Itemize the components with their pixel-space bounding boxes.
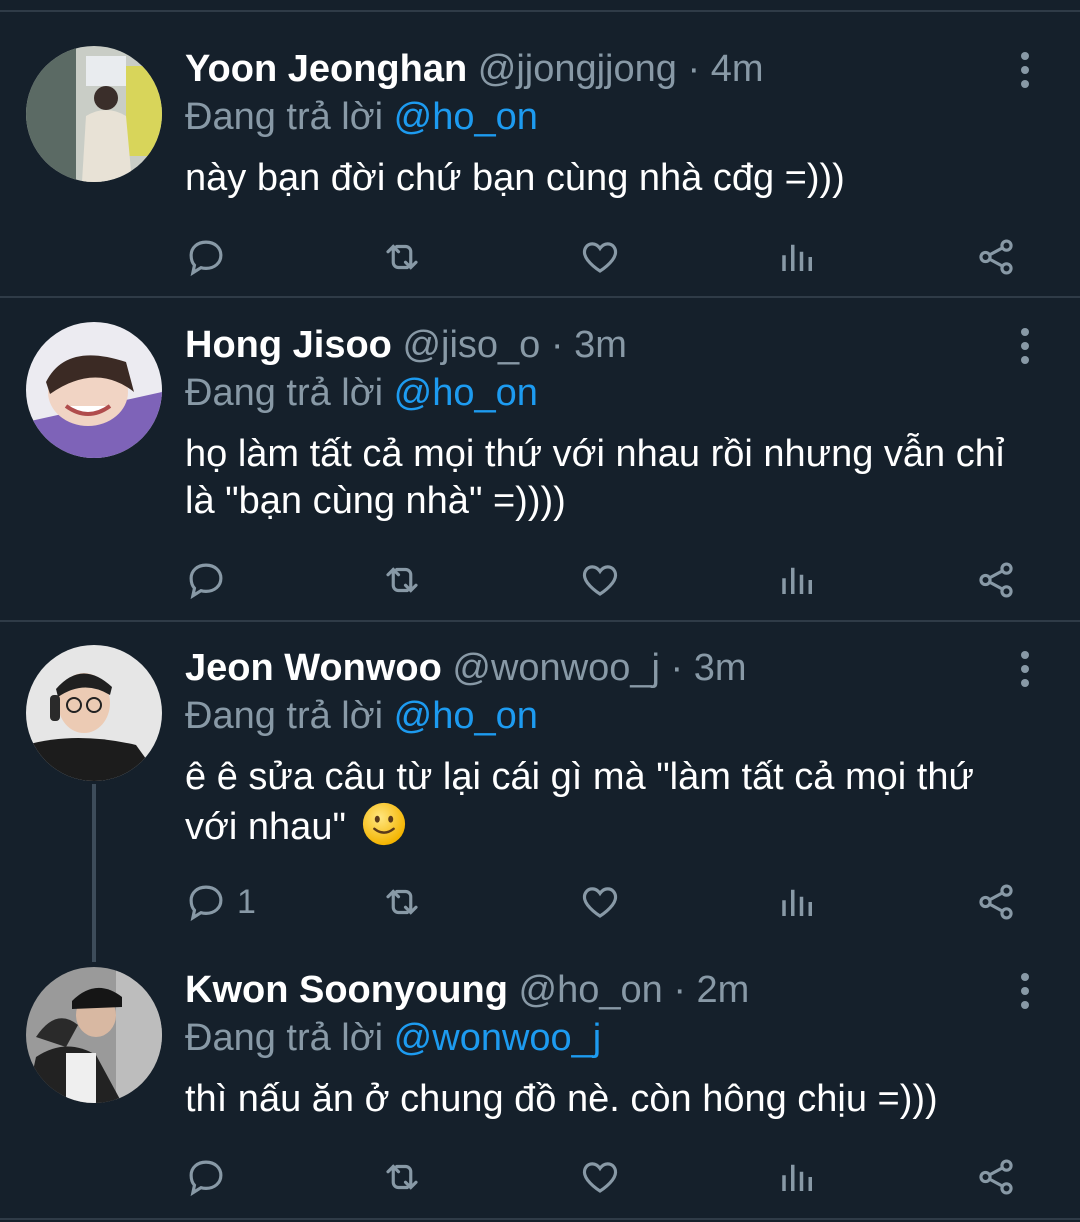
reply-icon: [189, 885, 223, 922]
like-button[interactable]: [579, 233, 621, 281]
analytics-button[interactable]: [777, 1153, 819, 1201]
timestamp[interactable]: 3m: [694, 647, 747, 689]
thread-line: [92, 784, 96, 962]
like-icon: [582, 1162, 618, 1193]
analytics-button[interactable]: [777, 556, 819, 604]
separator: ·: [670, 647, 684, 689]
reply-mention[interactable]: @ho_on: [394, 96, 538, 138]
analytics-icon: [782, 244, 812, 271]
more-icon[interactable]: [1012, 52, 1038, 92]
top-divider: [0, 0, 1080, 12]
reply-button[interactable]: [185, 233, 227, 281]
share-icon: [979, 884, 1013, 920]
timestamp[interactable]: 2m: [697, 969, 750, 1011]
reply-button[interactable]: 1: [185, 878, 256, 926]
share-icon: [979, 562, 1013, 598]
share-button[interactable]: [975, 1153, 1017, 1201]
analytics-icon: [782, 567, 812, 594]
display-name[interactable]: Yoon Jeonghan: [185, 48, 467, 90]
avatar[interactable]: [26, 46, 162, 182]
like-icon: [582, 887, 618, 918]
like-icon: [582, 242, 618, 273]
handle[interactable]: @wonwoo_j: [452, 647, 660, 689]
handle[interactable]: @jiso_o: [402, 324, 540, 366]
divider: [0, 1218, 1080, 1220]
separator: ·: [673, 969, 686, 1011]
reply-count: 1: [237, 882, 256, 921]
handle[interactable]: @jjongjjong: [478, 48, 677, 90]
separator: ·: [550, 324, 564, 366]
divider: [0, 296, 1080, 298]
avatar[interactable]: [26, 645, 162, 781]
retweet-button[interactable]: [381, 556, 423, 604]
reply-mention[interactable]: @ho_on: [394, 372, 538, 414]
replying-to-label: Đang trả lời: [185, 1017, 384, 1059]
retweet-button[interactable]: [381, 878, 423, 926]
slightly-smiling-face-icon: [362, 802, 405, 846]
retweet-button[interactable]: [381, 1153, 423, 1201]
timestamp[interactable]: 3m: [574, 324, 627, 366]
tweet-text-container: ê ê sửa câu từ lại cái gì mà "làm tất cả…: [185, 754, 1025, 851]
like-button[interactable]: [579, 1153, 621, 1201]
retweet-icon: [386, 567, 418, 593]
share-button[interactable]: [975, 878, 1017, 926]
tweet-text: họ làm tất cả mọi thứ với nhau rồi nhưng…: [185, 433, 1005, 522]
like-button[interactable]: [579, 878, 621, 926]
display-name[interactable]: Kwon Soonyoung: [185, 969, 508, 1011]
avatar[interactable]: [26, 322, 162, 458]
share-icon: [979, 239, 1013, 275]
more-icon[interactable]: [1012, 328, 1038, 368]
share-button[interactable]: [975, 233, 1017, 281]
handle[interactable]: @ho_on: [519, 969, 663, 1011]
retweet-icon: [386, 1164, 418, 1190]
analytics-icon: [782, 1164, 812, 1191]
retweet-icon: [386, 889, 418, 915]
replying-to-label: Đang trả lời: [185, 372, 384, 414]
timestamp[interactable]: 4m: [711, 48, 764, 90]
display-name[interactable]: Jeon Wonwoo: [185, 647, 442, 689]
separator: ·: [687, 48, 701, 90]
analytics-icon: [782, 889, 812, 916]
analytics-button[interactable]: [777, 233, 819, 281]
reply-button[interactable]: [185, 556, 227, 604]
share-button[interactable]: [975, 556, 1017, 604]
like-icon: [582, 565, 618, 596]
divider: [0, 620, 1080, 622]
like-button[interactable]: [579, 556, 621, 604]
analytics-button[interactable]: [777, 878, 819, 926]
tweet-text: thì nấu ăn ở chung đồ nè. còn hông chịu …: [185, 1078, 938, 1120]
tweet-text: này bạn đời chứ bạn cùng nhà cđg =))): [185, 157, 845, 199]
display-name[interactable]: Hong Jisoo: [185, 324, 392, 366]
reply-icon: [189, 240, 223, 277]
replying-to-label: Đang trả lời: [185, 695, 384, 737]
retweet-icon: [386, 244, 418, 270]
reply-mention[interactable]: @ho_on: [394, 695, 538, 737]
retweet-button[interactable]: [381, 233, 423, 281]
avatar[interactable]: [26, 967, 162, 1103]
reply-icon: [189, 563, 223, 600]
tweet-text: ê ê sửa câu từ lại cái gì mà "làm tất cả…: [185, 756, 974, 848]
reply-mention[interactable]: @wonwoo_j: [394, 1017, 602, 1059]
more-icon[interactable]: [1012, 973, 1038, 1013]
share-icon: [979, 1159, 1013, 1195]
reply-button[interactable]: [185, 1153, 227, 1201]
replying-to-label: Đang trả lời: [185, 96, 384, 138]
more-icon[interactable]: [1012, 651, 1038, 691]
reply-icon: [189, 1160, 223, 1197]
